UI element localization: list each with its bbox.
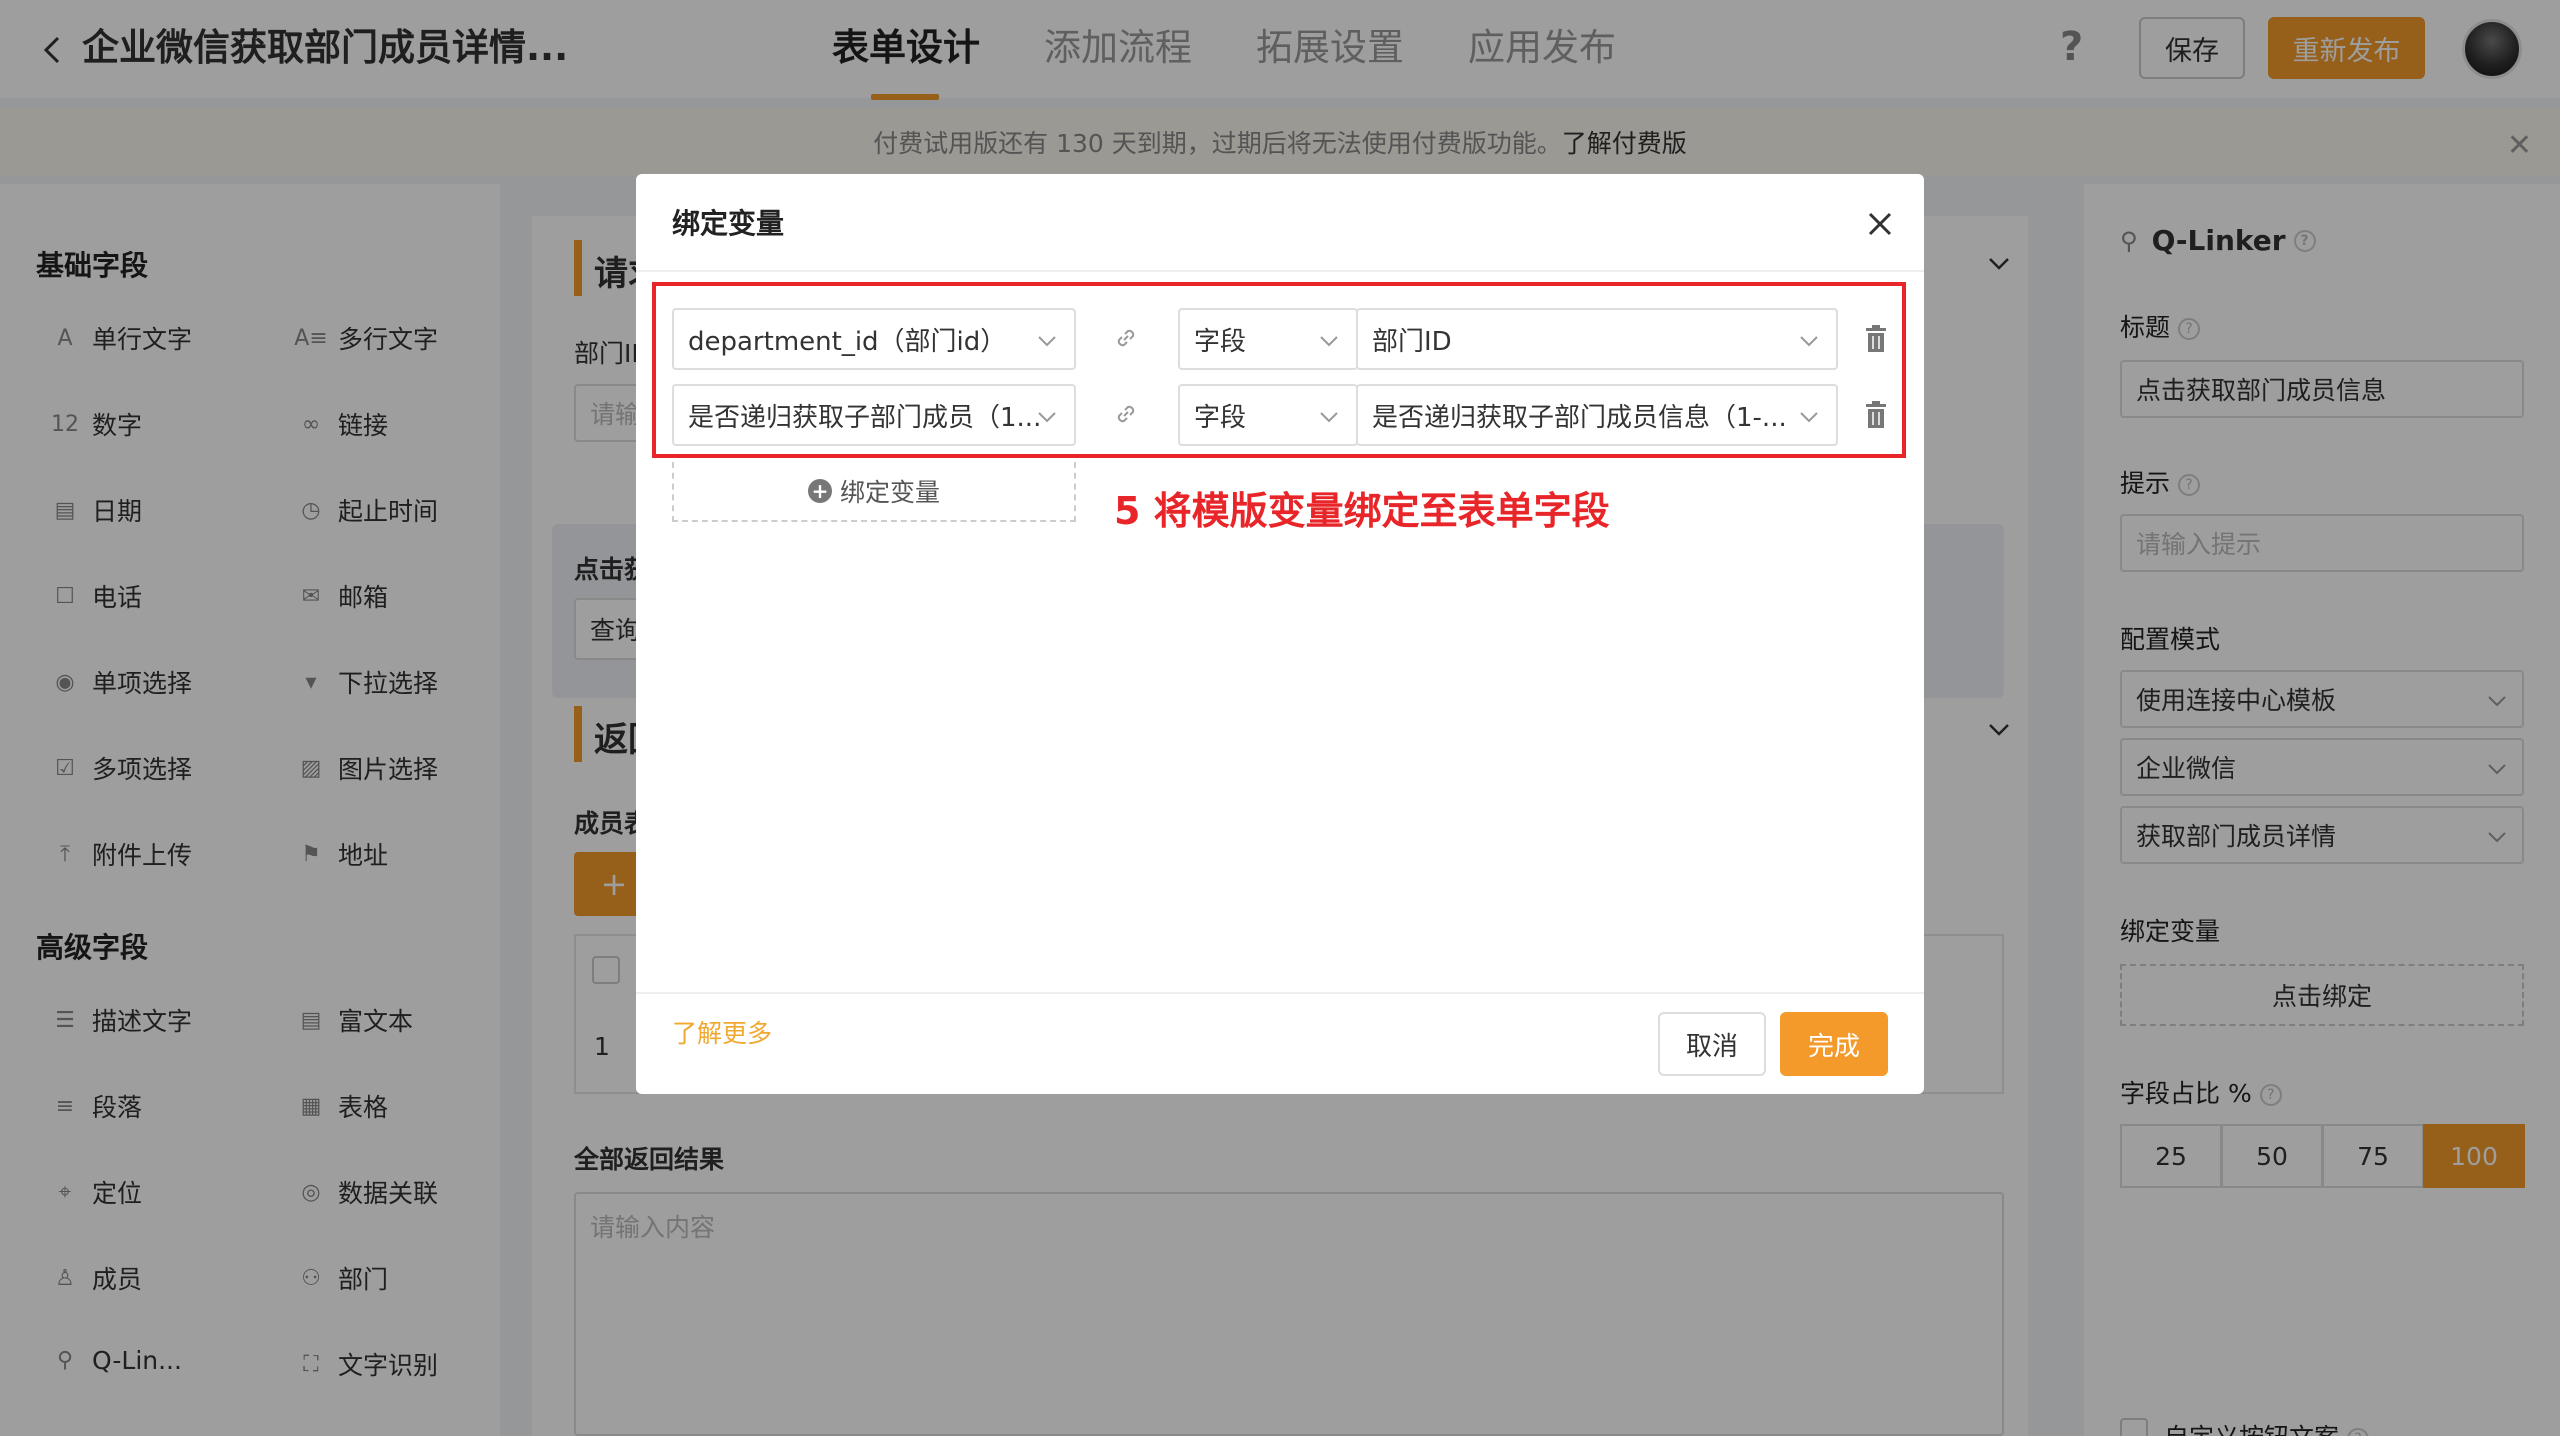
chevron-down-icon	[1038, 412, 1056, 423]
template-variable-value: department_id（部门id）	[688, 326, 1007, 357]
tutorial-annotation: 5 将模版变量绑定至表单字段	[1114, 489, 1610, 533]
bind-type-value: 字段	[1194, 326, 1247, 357]
bind-type-select[interactable]: 字段	[1178, 384, 1358, 446]
form-field-value: 部门ID	[1372, 326, 1452, 357]
chevron-down-icon	[1320, 412, 1338, 423]
done-button[interactable]: 完成	[1780, 1012, 1888, 1076]
dialog-divider	[636, 270, 1924, 272]
chevron-down-icon	[1320, 336, 1338, 347]
bind-type-value: 字段	[1194, 402, 1247, 433]
chevron-down-icon	[1800, 412, 1818, 423]
template-variable-select[interactable]: 是否递归获取子部门成员（1...	[672, 384, 1076, 446]
learn-more-link[interactable]: 了解更多	[672, 1014, 772, 1050]
chevron-down-icon	[1038, 336, 1056, 347]
cancel-button[interactable]: 取消	[1658, 1012, 1766, 1076]
form-field-value: 是否递归获取子部门成员信息（1-...	[1372, 402, 1787, 433]
form-field-select[interactable]: 是否递归获取子部门成员信息（1-...	[1356, 384, 1838, 446]
link-icon	[1117, 329, 1135, 347]
bind-type-select[interactable]: 字段	[1178, 308, 1358, 370]
trash-icon[interactable]	[1862, 400, 1890, 430]
plus-circle-icon: +	[807, 479, 832, 503]
form-field-select[interactable]: 部门ID	[1356, 308, 1838, 370]
link-icon	[1117, 405, 1135, 423]
add-binding-label: 绑定变量	[839, 478, 940, 507]
template-variable-value: 是否递归获取子部门成员（1...	[688, 402, 1042, 433]
add-binding-button[interactable]: + 绑定变量	[672, 462, 1076, 522]
chevron-down-icon	[1800, 336, 1818, 347]
template-variable-select[interactable]: department_id（部门id）	[672, 308, 1076, 370]
dialog-footer-divider	[636, 992, 1924, 994]
close-icon[interactable]	[1860, 204, 1900, 244]
dialog-title: 绑定变量	[672, 207, 785, 240]
bind-variables-dialog: 绑定变量 department_id（部门id） 字段 部门ID 是否递归获取子…	[636, 174, 1924, 1094]
trash-icon[interactable]	[1862, 324, 1890, 354]
